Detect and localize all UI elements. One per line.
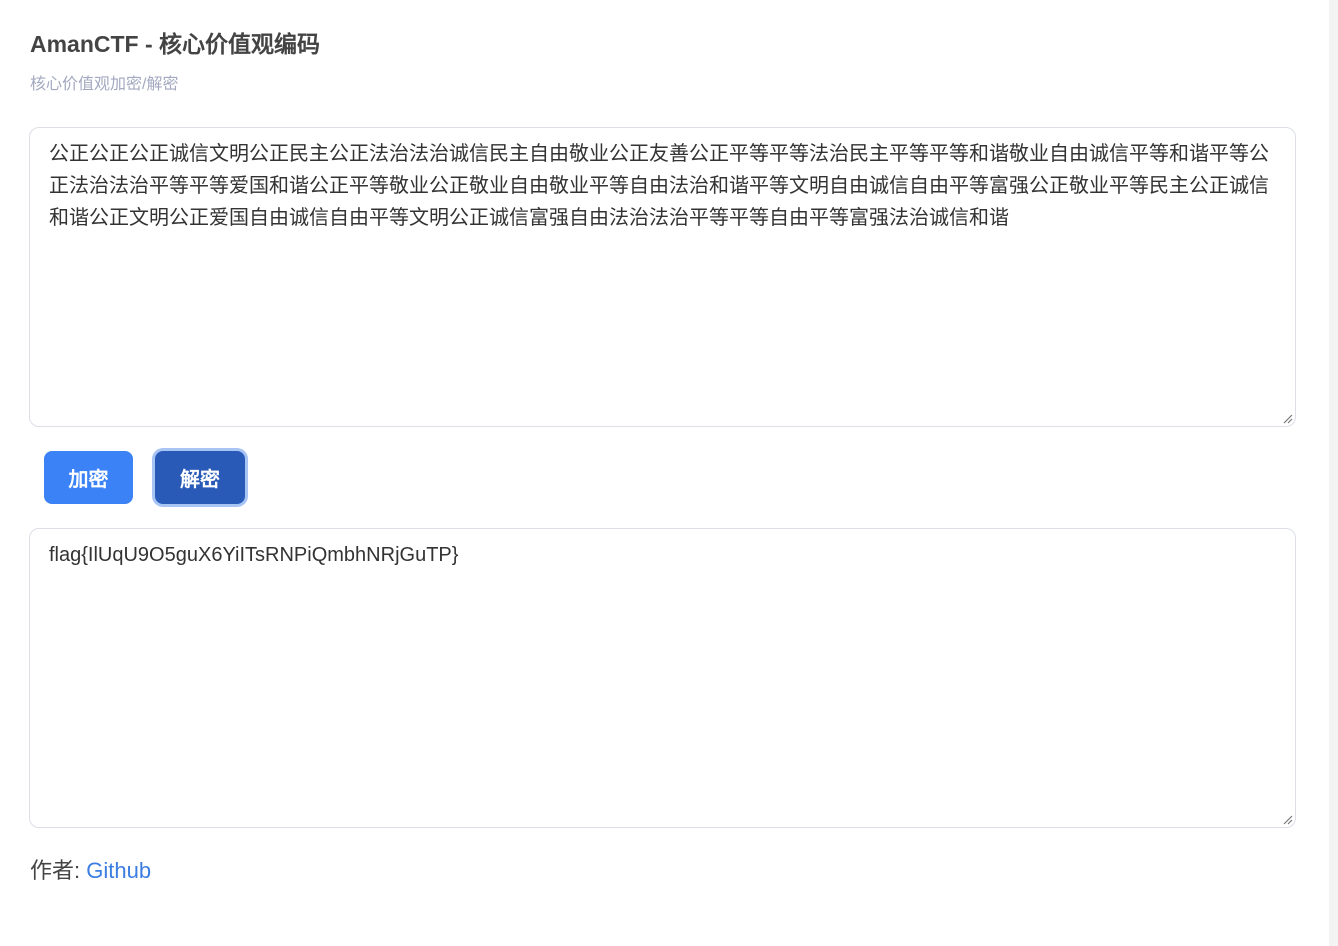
input-textarea[interactable]: 公正公正公正诚信文明公正民主公正法治法治诚信民主自由敬业公正友善公正平等平等法治… [29, 127, 1296, 427]
input-resize-grip-icon[interactable] [1281, 412, 1293, 424]
output-textarea[interactable]: flag{IlUqU9O5guX6YiITsRNPiQmbhNRjGuTP} [29, 528, 1296, 828]
scrollbar-track[interactable] [1329, 0, 1338, 946]
author-label: 作者: [30, 858, 87, 883]
output-resize-grip-icon[interactable] [1281, 813, 1293, 825]
decrypt-button[interactable]: 解密 [155, 451, 245, 504]
footer: 作者: Github [30, 856, 151, 886]
page: AmanCTF - 核心价值观编码 核心价值观加密/解密 公正公正公正诚信文明公… [0, 0, 1338, 946]
page-subtitle: 核心价值观加密/解密 [30, 76, 179, 93]
page-title: AmanCTF - 核心价值观编码 [30, 31, 321, 57]
github-link[interactable]: Github [86, 858, 151, 883]
encrypt-button[interactable]: 加密 [44, 451, 133, 504]
